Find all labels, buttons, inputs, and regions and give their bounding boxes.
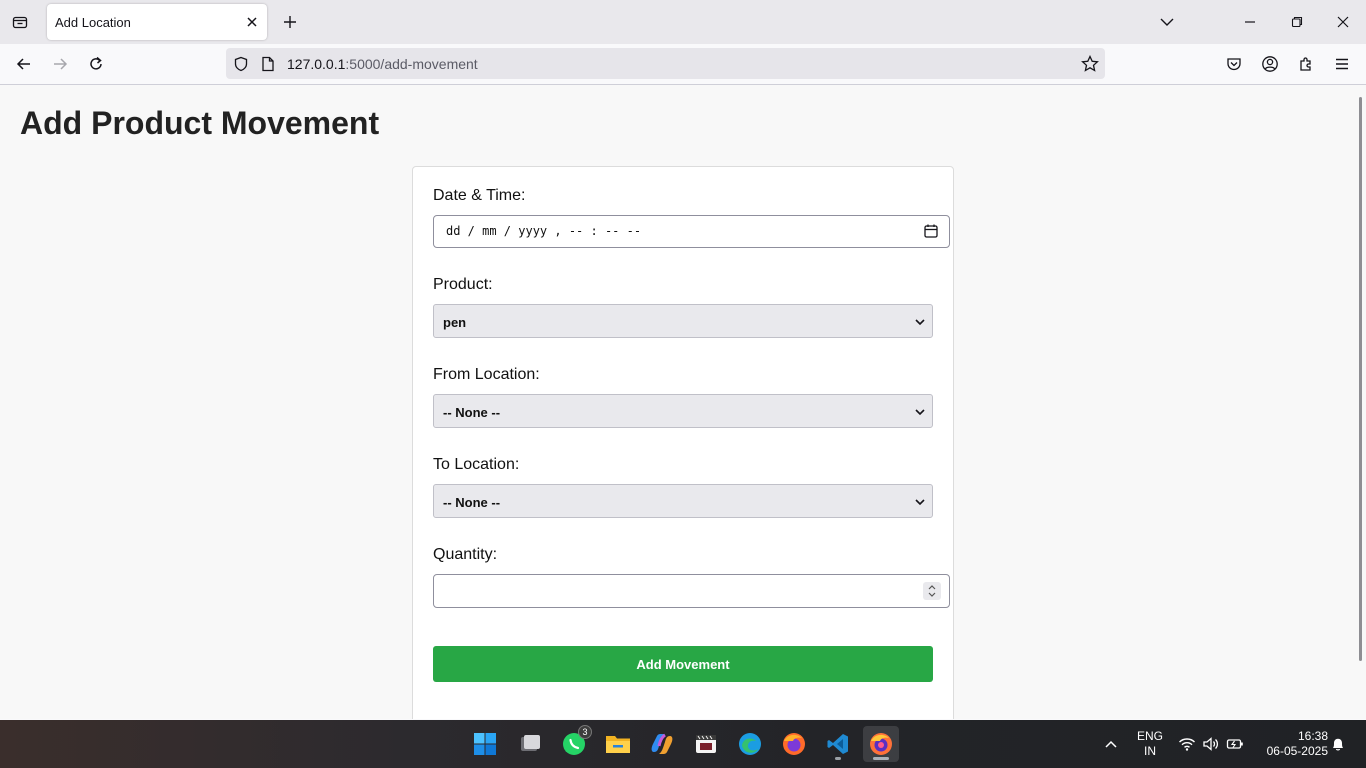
datetime-input[interactable]: dd / mm / yyyy , -- : -- -- (433, 215, 950, 248)
add-movement-button[interactable]: Add Movement (433, 646, 933, 682)
media-player-icon[interactable] (688, 726, 724, 762)
task-view-icon[interactable] (512, 726, 548, 762)
page-title: Add Product Movement (20, 105, 380, 141)
firefox-developer-icon[interactable] (863, 726, 899, 762)
chevron-up-icon[interactable] (1101, 734, 1121, 754)
product-label: Product: (433, 276, 493, 293)
firefox-icon[interactable] (776, 726, 812, 762)
to-location-select[interactable]: -- None -- (433, 484, 933, 518)
menu-hamburger-icon[interactable] (1330, 52, 1354, 76)
chevron-down-icon (915, 499, 925, 506)
edge-icon[interactable] (732, 726, 768, 762)
address-bar[interactable]: 127.0.0.1:5000/add-movement (226, 48, 1105, 79)
clock-date: 06-05-2025 (1266, 744, 1328, 758)
battery-icon[interactable] (1225, 734, 1245, 754)
chevron-down-icon (915, 409, 925, 416)
minimize-icon[interactable] (1238, 10, 1262, 34)
vscode-icon[interactable] (820, 726, 856, 762)
product-selected-value: pen (443, 315, 467, 330)
forward-arrow-icon[interactable] (48, 52, 72, 76)
page-scrollbar[interactable] (1356, 85, 1366, 719)
region-code: IN (1144, 744, 1156, 758)
navigation-toolbar: 127.0.0.1:5000/add-movement (0, 44, 1366, 85)
volume-icon[interactable] (1201, 734, 1221, 754)
clock-time: 16:38 (1297, 729, 1328, 743)
tab-title: Add Location (55, 15, 131, 30)
stepper-arrows-icon (928, 585, 936, 597)
language-code: ENG (1136, 729, 1163, 743)
page-info-icon[interactable] (259, 55, 277, 73)
active-indicator (873, 757, 889, 760)
close-tab-icon[interactable] (243, 13, 261, 31)
account-icon[interactable] (1258, 52, 1282, 76)
to-location-selected-value: -- None -- (443, 495, 501, 510)
running-indicator (835, 757, 841, 760)
from-location-label: From Location: (433, 366, 540, 383)
notification-bell-icon[interactable] (1328, 734, 1348, 754)
from-location-select[interactable]: -- None -- (433, 394, 933, 428)
quantity-stepper[interactable] (923, 582, 941, 600)
reload-icon[interactable] (84, 52, 108, 76)
back-arrow-icon[interactable] (12, 52, 36, 76)
pocket-icon[interactable] (1222, 52, 1246, 76)
copilot-icon[interactable] (644, 726, 680, 762)
page-content: Add Product Movement Date & Time: dd / m… (0, 85, 1356, 719)
language-indicator[interactable]: ENG IN (1134, 729, 1166, 759)
wifi-icon[interactable] (1177, 734, 1197, 754)
quantity-input[interactable] (433, 574, 950, 608)
from-location-selected-value: -- None -- (443, 405, 501, 420)
tab-overflow-chevron-icon[interactable] (1155, 10, 1179, 34)
to-location-label: To Location: (433, 456, 520, 473)
quantity-label: Quantity: (433, 546, 498, 563)
tab-strip: Add Location (0, 0, 1366, 44)
new-tab-icon[interactable] (279, 11, 301, 33)
clock[interactable]: 16:38 06-05-2025 (1256, 729, 1328, 759)
whatsapp-icon[interactable]: 3 (556, 725, 592, 762)
restore-icon[interactable] (1285, 10, 1309, 34)
file-explorer-icon[interactable] (600, 726, 636, 762)
url-text: 127.0.0.1:5000/add-movement (287, 56, 478, 72)
product-select[interactable]: pen (433, 304, 933, 338)
tab-list-icon[interactable] (8, 10, 32, 34)
close-window-icon[interactable] (1331, 10, 1355, 34)
scrollbar-thumb[interactable] (1359, 97, 1362, 661)
shield-icon[interactable] (232, 55, 250, 73)
calendar-icon[interactable] (923, 223, 939, 239)
movement-form: Date & Time: dd / mm / yyyy , -- : -- --… (412, 166, 954, 719)
browser-tab-active[interactable]: Add Location (47, 4, 267, 40)
whatsapp-badge: 3 (578, 725, 592, 739)
datetime-label: Date & Time: (433, 187, 526, 204)
start-icon[interactable] (467, 726, 503, 762)
chevron-down-icon (915, 319, 925, 326)
bookmark-star-icon[interactable] (1081, 55, 1099, 73)
windows-taskbar: 3 ENG IN 16:38 06-05-2025 (0, 720, 1366, 768)
datetime-placeholder: dd / mm / yyyy , -- : -- -- (446, 224, 642, 238)
extensions-icon[interactable] (1294, 52, 1318, 76)
